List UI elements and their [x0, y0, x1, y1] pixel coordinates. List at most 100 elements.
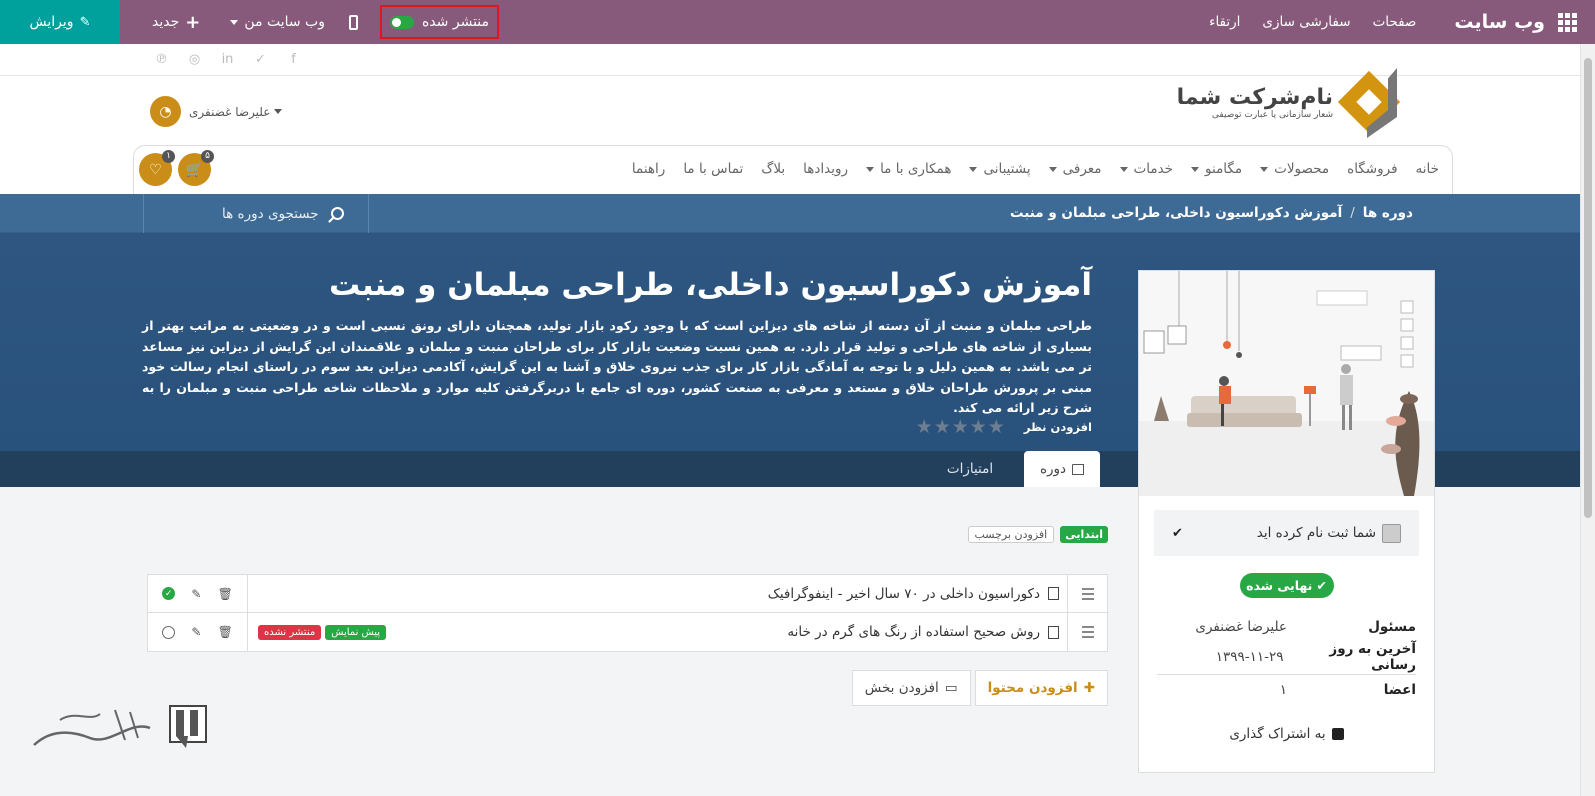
content-title: روش صحیح استفاده از رنگ های گرم در خانه	[787, 624, 1040, 640]
interior-illustration-icon	[1139, 271, 1434, 496]
menu-customize[interactable]: سفارشی سازی	[1262, 14, 1350, 30]
star-rating-icon[interactable]: ★★★★★	[916, 416, 1006, 438]
linkedin-icon[interactable]: in	[218, 52, 237, 67]
trash-icon[interactable]: 🗑	[218, 587, 233, 601]
grid-icon	[1557, 12, 1577, 32]
user-avatar-icon: ◔	[150, 96, 181, 127]
info-row: اعضا ۱	[1157, 674, 1416, 704]
caret-down-icon	[1191, 166, 1200, 172]
drag-handle-icon[interactable]	[1067, 613, 1107, 651]
info-value: ۱	[1279, 681, 1287, 698]
pinterest-icon[interactable]: ℗	[152, 52, 171, 67]
content-table: دکوراسیون داخلی در ۷۰ سال اخیر - اینفوگر…	[147, 574, 1108, 652]
logo-mark-icon	[1337, 66, 1401, 138]
nav-megamenu[interactable]: مگامنو	[1191, 161, 1242, 177]
course-description: طراحی مبلمان و منبت از آن دسته از شاخه ه…	[142, 318, 1092, 415]
course-search-input[interactable]: جستجوی دوره ها	[143, 194, 369, 233]
course-cover-image	[1139, 271, 1434, 496]
edit-button[interactable]: ✎ ویرایش	[0, 0, 120, 44]
nav-contact[interactable]: تماس با ما	[683, 161, 743, 177]
add-section-button[interactable]: ▭ افزودن بخش	[851, 670, 971, 706]
plus-icon: +	[185, 11, 201, 33]
wishlist-count: ۱	[162, 150, 175, 163]
pencil-icon[interactable]: ✎	[191, 587, 201, 601]
enrolled-status: شما ثبت نام کرده اید ✔	[1154, 510, 1419, 556]
check-icon: ✔	[1316, 578, 1327, 593]
caret-down-icon	[1260, 166, 1269, 172]
twitter-icon[interactable]: ✓	[251, 52, 270, 67]
drag-handle-icon[interactable]	[1067, 574, 1107, 613]
apps-menu-button[interactable]	[1545, 0, 1589, 44]
nav-services[interactable]: خدمات	[1119, 161, 1173, 177]
info-key: مسئول	[1368, 619, 1416, 635]
nav-cooperation[interactable]: همکاری با ما	[866, 161, 951, 177]
my-website-dropdown[interactable]: وب سایت من	[230, 14, 325, 30]
pencil-icon[interactable]: ✎	[191, 625, 201, 639]
cart-button[interactable]: 🛒 ۵	[178, 150, 214, 186]
nav-about-label: معرفی	[1062, 161, 1102, 177]
add-content-button[interactable]: ✚ افزودن محتوا	[974, 670, 1108, 706]
info-key: اعضا	[1383, 681, 1416, 698]
watermark-logo	[30, 700, 212, 762]
add-tag-button[interactable]: افزودن برچسب	[967, 526, 1055, 543]
mobile-preview-icon[interactable]	[348, 14, 358, 30]
content-title-cell[interactable]: روش صحیح استفاده از رنگ های گرم در خانه	[386, 624, 1067, 640]
page-scrollbar[interactable]	[1580, 44, 1595, 796]
nav-home[interactable]: خانه	[1416, 161, 1439, 177]
tab-course-label: دوره	[1039, 461, 1067, 477]
add-review-link[interactable]: افزودن نظر	[1024, 420, 1092, 434]
new-label: جدید	[152, 14, 180, 30]
unpublished-circle-icon[interactable]	[162, 625, 176, 639]
heart-icon: ♡	[149, 161, 162, 178]
caret-down-icon	[1119, 166, 1128, 172]
tab-course[interactable]: دوره	[1024, 451, 1100, 487]
caret-down-icon	[866, 166, 875, 172]
menu-pages[interactable]: صفحات	[1373, 14, 1417, 30]
instagram-icon[interactable]: ◎	[185, 52, 204, 67]
wishlist-button[interactable]: ♡ ۱	[139, 150, 175, 186]
nav-about[interactable]: معرفی	[1048, 161, 1102, 177]
scrollbar-thumb[interactable]	[1584, 58, 1592, 518]
home-icon	[1072, 463, 1085, 475]
app-brand[interactable]: وب سایت	[1454, 11, 1545, 33]
publish-toggle[interactable]: منتشر شده	[379, 5, 500, 39]
row-actions: ✓ ✎ 🗑	[148, 574, 248, 613]
caret-down-icon	[230, 19, 239, 25]
content-badges: پیش نمایش منتشر نشده	[258, 624, 387, 640]
nav-help[interactable]: راهنما	[632, 161, 665, 177]
main-nav: خانه فروشگاه محصولات مگامنو خدمات معرفی …	[133, 145, 1453, 194]
facebook-icon[interactable]: f	[284, 52, 303, 67]
nav-support[interactable]: پشتیبانی	[969, 161, 1031, 177]
nav-products[interactable]: محصولات	[1260, 161, 1329, 177]
breadcrumb-bar: دوره ها / آموزش دکوراسیون داخلی، طراحی م…	[0, 194, 1580, 233]
nav-blog[interactable]: بلاگ	[761, 161, 785, 177]
content-title: دکوراسیون داخلی در ۷۰ سال اخیر - اینفوگر…	[767, 585, 1040, 602]
share-button[interactable]: به اشتراک گذاری	[1139, 726, 1434, 742]
published-check-icon[interactable]: ✓	[162, 587, 176, 600]
breadcrumb-courses[interactable]: دوره ها	[1363, 205, 1413, 221]
company-name: نام‌شرکت شما	[1176, 84, 1333, 110]
user-menu[interactable]: ◔ علیرضا غضنفری	[150, 96, 283, 127]
caret-down-icon	[969, 166, 978, 172]
watermark-logo-icon	[33, 705, 207, 748]
info-row: مسئول علیرضا غضنفری	[1157, 612, 1416, 642]
nav-support-label: پشتیبانی	[983, 161, 1031, 177]
share-label: به اشتراک گذاری	[1229, 726, 1326, 742]
document-file-icon	[1048, 625, 1059, 639]
admin-topbar: وب سایت صفحات سفارشی سازی ارتقاء منتشر ش…	[0, 0, 1595, 44]
toggle-switch-icon[interactable]	[389, 15, 414, 29]
company-logo[interactable]: نام‌شرکت شما شعار سازمانی یا عبارت توصیف…	[1176, 66, 1401, 138]
nav-shop[interactable]: فروشگاه	[1347, 161, 1397, 177]
course-info-table: مسئول علیرضا غضنفری آخرین به روز رسانی ۱…	[1157, 612, 1416, 704]
tab-ratings[interactable]: امتیازات	[930, 451, 1010, 487]
plus-icon: ✚	[1083, 680, 1095, 696]
content-title-cell[interactable]: دکوراسیون داخلی در ۷۰ سال اخیر - اینفوگر…	[248, 586, 1067, 602]
nav-events[interactable]: رویدادها	[803, 161, 848, 177]
check-icon: ✔	[1172, 525, 1183, 541]
pencil-icon: ✎	[79, 14, 91, 30]
new-button[interactable]: + جدید	[152, 12, 200, 33]
menu-upgrade[interactable]: ارتقاء	[1209, 14, 1240, 30]
preview-badge: پیش نمایش	[325, 624, 387, 640]
info-row: آخرین به روز رسانی ۱۳۹۹-۱۱-۲۹	[1157, 641, 1416, 673]
trash-icon[interactable]: 🗑	[218, 625, 233, 639]
